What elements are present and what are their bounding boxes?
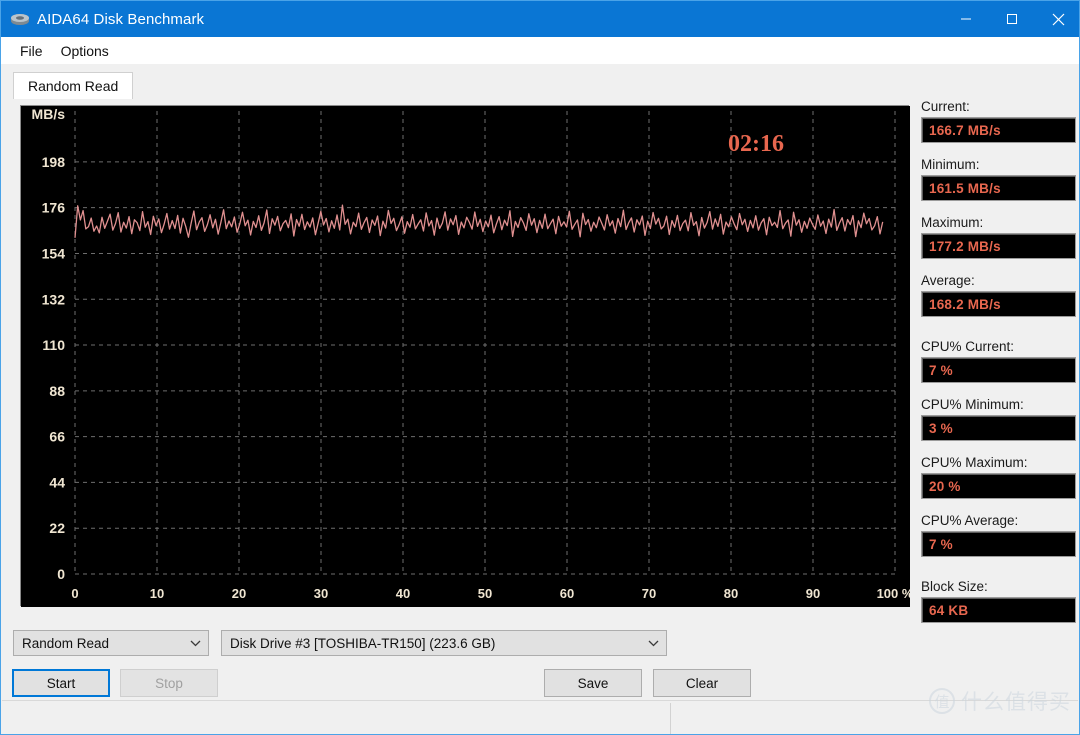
x-axis-tick-label: 60 (560, 586, 574, 601)
title-bar: AIDA64 Disk Benchmark (1, 1, 1079, 37)
stat-value: 20 % (929, 478, 961, 494)
y-axis-tick-label: 0 (57, 566, 65, 582)
close-button[interactable] (1035, 1, 1079, 37)
statistics-panel: Current: 166.7 MB/s Minimum: 161.5 MB/s Maxi… (921, 99, 1076, 637)
y-axis-tick-label: 66 (49, 429, 65, 445)
chevron-down-icon (644, 639, 662, 647)
y-axis-unit-label: MB/s (32, 106, 66, 122)
stat-value-box: 64 KB (921, 597, 1076, 623)
x-axis-tick-label: 40 (396, 586, 410, 601)
stat-value: 64 KB (929, 602, 969, 618)
y-axis-tick-label: 22 (49, 520, 65, 536)
stat-label: Current: (921, 99, 970, 114)
x-axis-tick-label: 70 (642, 586, 656, 601)
window-controls (943, 1, 1079, 37)
x-axis-tick-label: 10 (150, 586, 164, 601)
stat-label: CPU% Minimum: (921, 397, 1024, 412)
start-button[interactable]: Start (12, 669, 110, 697)
status-bar (2, 700, 1078, 734)
disk-drive-icon (9, 8, 31, 30)
chart-background (21, 106, 910, 607)
stat-value: 7 % (929, 536, 953, 552)
stat-value-box: 177.2 MB/s (921, 233, 1076, 259)
status-bar-divider (670, 703, 671, 734)
stat-value-box: 166.7 MB/s (921, 117, 1076, 143)
stat-value: 166.7 MB/s (929, 122, 1001, 138)
menu-item-options[interactable]: Options (52, 40, 118, 62)
stop-button: Stop (120, 669, 218, 697)
menu-bar: File Options (1, 37, 1079, 64)
stat-value-box: 7 % (921, 357, 1076, 383)
y-axis-tick-label: 198 (42, 154, 66, 170)
stat-label: Maximum: (921, 215, 984, 230)
stat-value-box: 7 % (921, 531, 1076, 557)
stat-value: 161.5 MB/s (929, 180, 1001, 196)
y-axis-tick-label: 132 (42, 291, 66, 307)
aida64-disk-benchmark-window: AIDA64 Disk Benchmark File Options Rando… (0, 0, 1080, 735)
window-title: AIDA64 Disk Benchmark (37, 10, 205, 28)
stat-label: CPU% Maximum: (921, 455, 1028, 470)
test-mode-select[interactable]: Random Read (13, 630, 209, 656)
y-axis-tick-label: 176 (42, 200, 66, 216)
clear-button[interactable]: Clear (653, 669, 751, 697)
stat-label: Average: (921, 273, 975, 288)
stat-value: 3 % (929, 420, 953, 436)
stat-value-box: 20 % (921, 473, 1076, 499)
x-axis-tick-label: 100 % (877, 586, 910, 601)
y-axis-tick-label: 88 (49, 383, 65, 399)
tab-random-read[interactable]: Random Read (13, 72, 134, 99)
minimize-button[interactable] (943, 1, 989, 37)
stat-label: Minimum: (921, 157, 980, 172)
stat-group-gap (921, 331, 1076, 339)
chart-canvas: 0 22 44 66 88 110 132 154 176 198 MB/s 0 10 20 30 40 50 6… (21, 106, 910, 607)
stat-value-box: 161.5 MB/s (921, 175, 1076, 201)
benchmark-chart: 0 22 44 66 88 110 132 154 176 198 MB/s 0 10 20 30 40 50 6… (20, 105, 910, 607)
drive-select[interactable]: Disk Drive #3 [TOSHIBA-TR150] (223.6 GB) (221, 630, 667, 656)
stat-label: Block Size: (921, 579, 988, 594)
y-axis-tick-label: 44 (49, 474, 65, 490)
y-axis-tick-label: 110 (42, 337, 65, 353)
stat-value: 168.2 MB/s (929, 296, 1001, 312)
x-axis-tick-label: 30 (314, 586, 328, 601)
stat-value-box: 3 % (921, 415, 1076, 441)
chevron-down-icon (186, 639, 204, 647)
stat-label: CPU% Current: (921, 339, 1015, 354)
menu-item-file[interactable]: File (11, 40, 52, 62)
x-axis-tick-label: 80 (724, 586, 738, 601)
stat-label: CPU% Average: (921, 513, 1019, 528)
y-axis-tick-label: 154 (42, 245, 66, 261)
elapsed-timer: 02:16 (728, 131, 784, 157)
test-mode-value: Random Read (22, 635, 110, 651)
stat-value: 177.2 MB/s (929, 238, 1001, 254)
save-button[interactable]: Save (544, 669, 642, 697)
x-axis-tick-label: 0 (71, 586, 78, 601)
tab-strip: Random Read (10, 64, 1072, 99)
drive-value: Disk Drive #3 [TOSHIBA-TR150] (223.6 GB) (230, 635, 496, 651)
maximize-button[interactable] (989, 1, 1035, 37)
x-axis-tick-label: 20 (232, 586, 246, 601)
x-axis-tick-label: 90 (806, 586, 820, 601)
x-axis-tick-label: 50 (478, 586, 492, 601)
stat-value-box: 168.2 MB/s (921, 291, 1076, 317)
stat-group-gap (921, 571, 1076, 579)
stat-value: 7 % (929, 362, 953, 378)
